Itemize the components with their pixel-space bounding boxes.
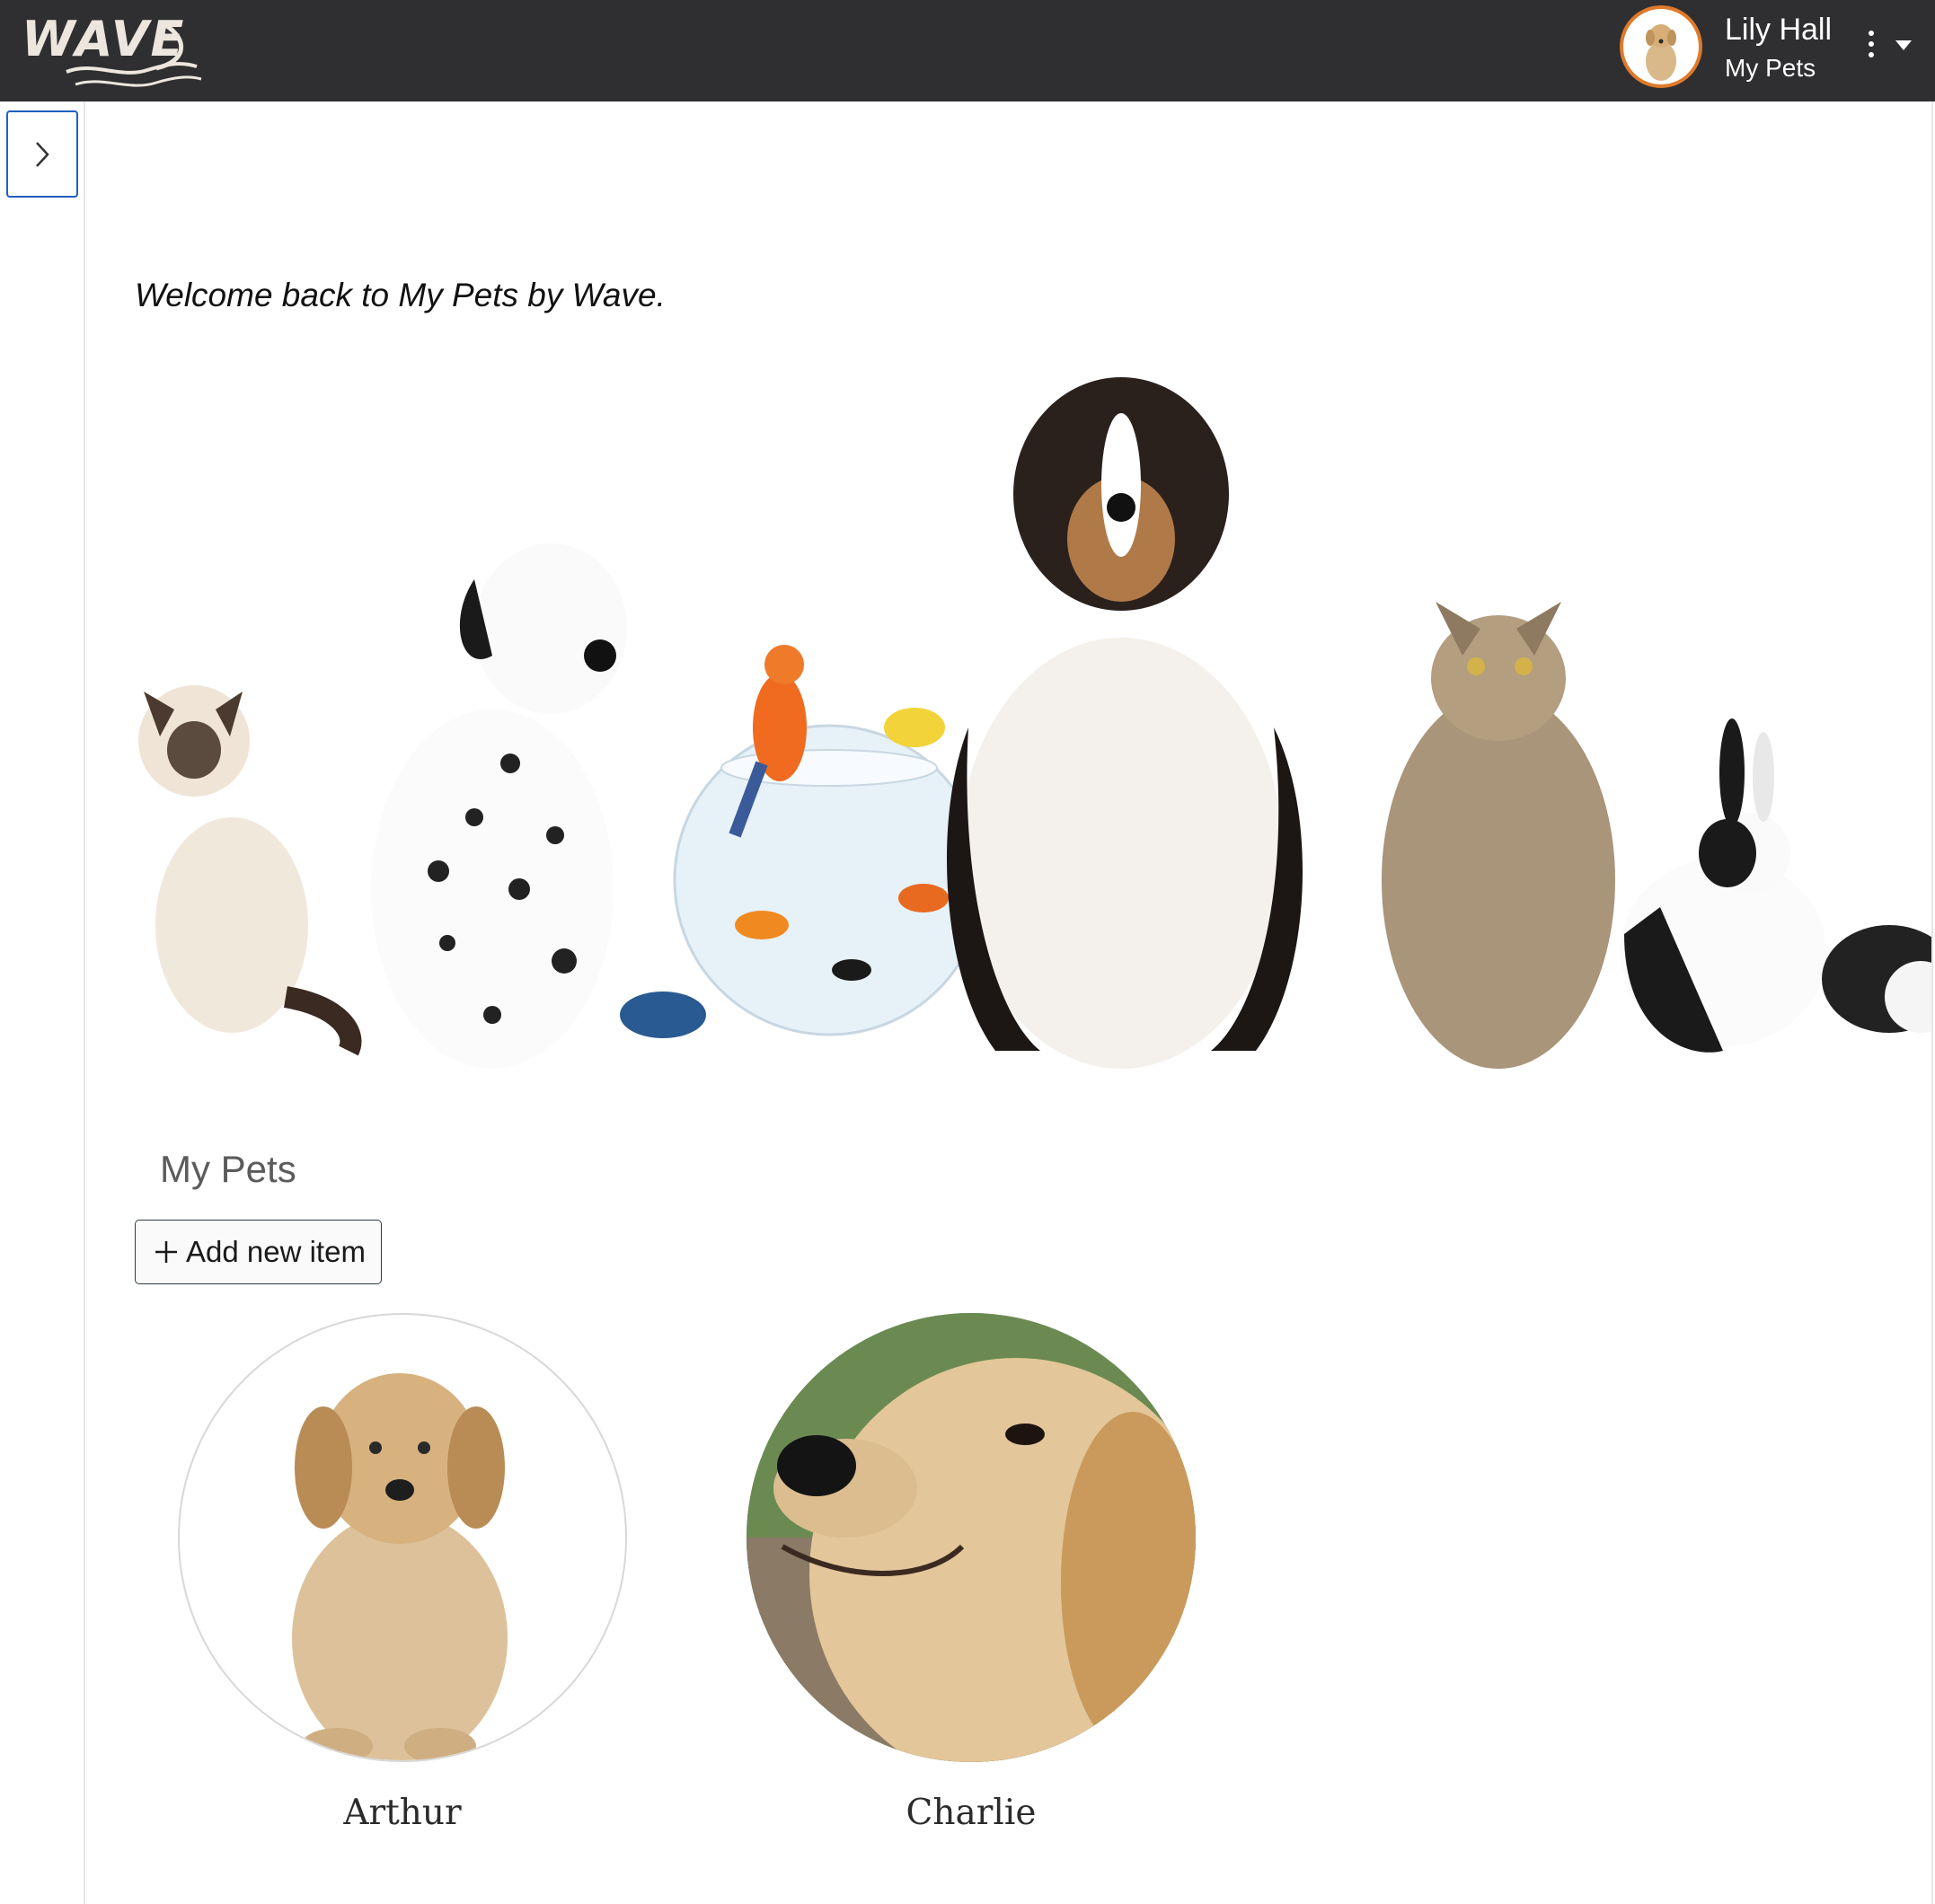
pet-card[interactable]: Charlie [747, 1313, 1196, 1833]
add-new-item-button[interactable]: Add new item [135, 1220, 382, 1284]
top-bar: WAVE Lily Hall My Pets [0, 0, 1935, 101]
add-new-item-label: Add new item [186, 1235, 366, 1268]
user-subtitle: My Pets [1725, 54, 1816, 82]
expand-sidebar-button[interactable] [6, 110, 78, 198]
welcome-message: Welcome back to My Pets by Wave. [135, 277, 666, 313]
sidebar-divider [84, 101, 85, 1904]
wave-logo[interactable]: WAVE [22, 7, 210, 93]
pet-name[interactable]: Charlie [747, 1793, 1196, 1833]
section-title: My Pets [160, 1148, 296, 1190]
pet-name[interactable]: Arthur [178, 1793, 627, 1833]
hero-pets-banner [133, 350, 1935, 1069]
pet-photo[interactable] [747, 1313, 1196, 1762]
chevron-right-icon [36, 141, 49, 167]
chevron-down-icon[interactable] [1895, 40, 1912, 50]
content-right-border [1931, 101, 1933, 1904]
pet-card[interactable]: Arthur [178, 1313, 627, 1833]
pet-photo[interactable] [178, 1313, 627, 1762]
user-avatar[interactable] [1620, 5, 1702, 88]
user-name: Lily Hall [1725, 13, 1833, 47]
more-options-icon[interactable] [1865, 31, 1878, 66]
logo-wave-icon [66, 22, 202, 87]
plus-icon [155, 1241, 177, 1263]
